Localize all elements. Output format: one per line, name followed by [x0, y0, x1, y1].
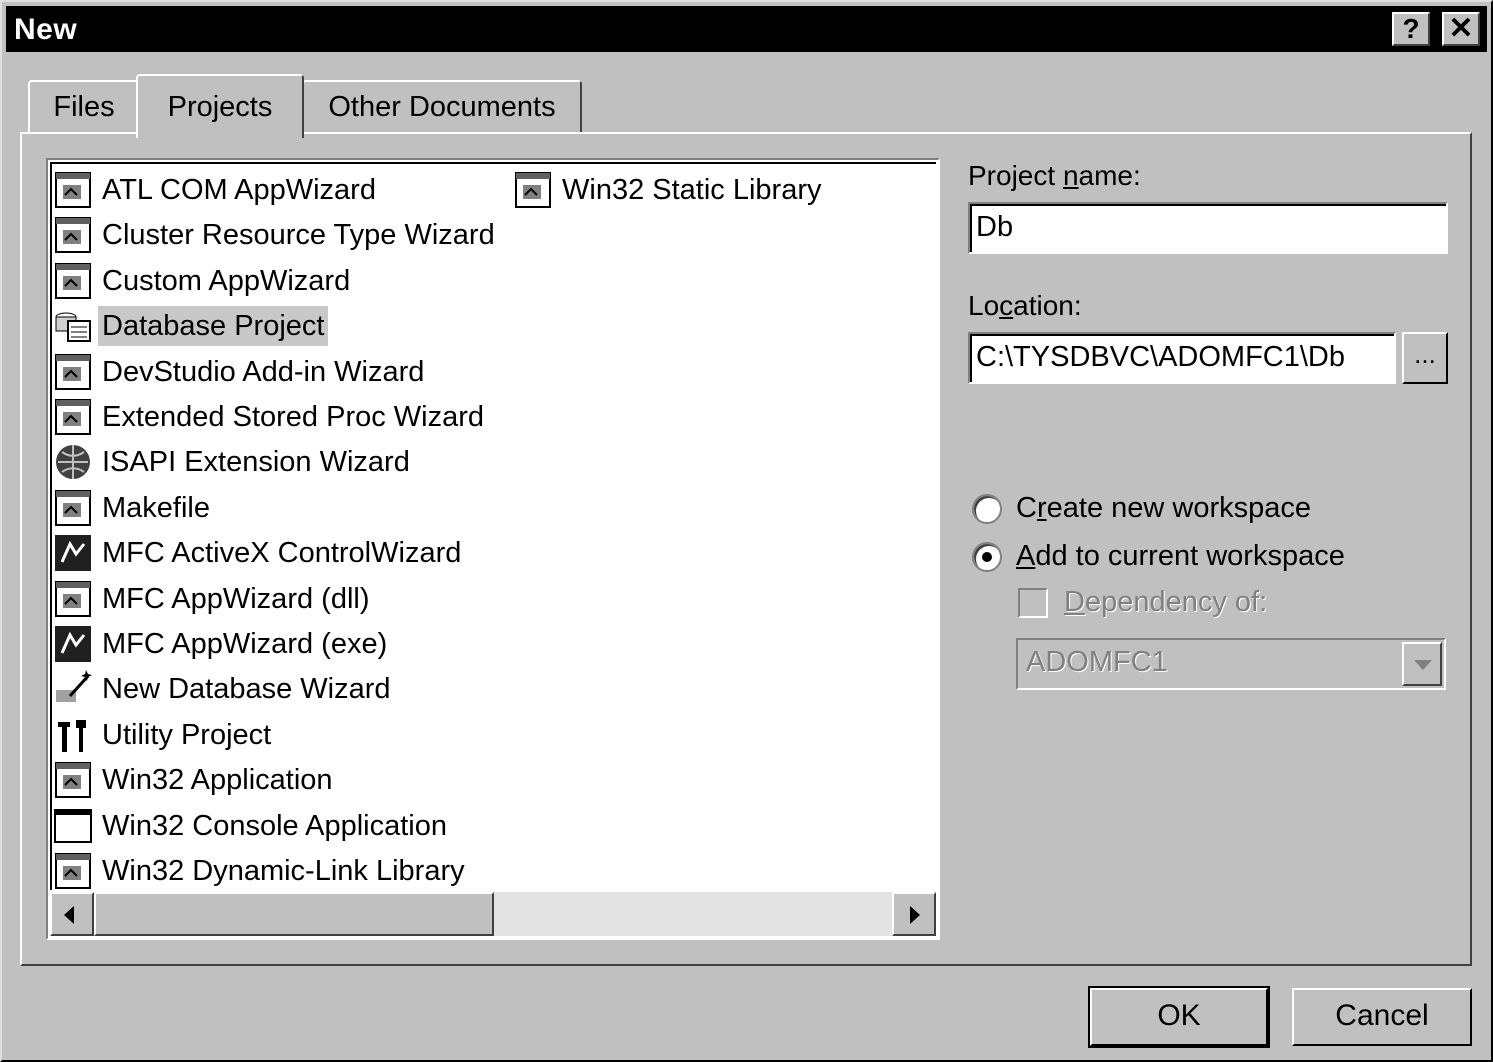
- list-item[interactable]: Win32 Static Library: [512, 168, 826, 212]
- project-type-list[interactable]: ATL COM AppWizard Cluster Resource Type W…: [46, 158, 940, 940]
- console-window-icon: [52, 805, 94, 847]
- database-project-icon: [52, 305, 94, 347]
- list-item[interactable]: Utility Project: [52, 713, 275, 757]
- list-item-label: Makefile: [102, 491, 210, 524]
- activex-icon: [52, 532, 94, 574]
- dialog-title: New: [14, 13, 78, 46]
- combo-dropdown-button[interactable]: [1402, 642, 1442, 686]
- list-item[interactable]: ISAPI Extension Wizard: [52, 440, 414, 484]
- create-new-workspace-radio[interactable]: [972, 494, 1002, 524]
- list-item[interactable]: Cluster Resource Type Wizard: [52, 213, 499, 257]
- project-type-items: ATL COM AppWizard Cluster Resource Type W…: [50, 162, 936, 890]
- list-item-label: Win32 Dynamic-Link Library: [102, 855, 465, 887]
- radio-selected-dot: [982, 552, 992, 562]
- title-bar: New ? ✕: [6, 6, 1487, 52]
- list-item[interactable]: Custom AppWizard: [52, 259, 354, 303]
- list-item-label: ISAPI Extension Wizard: [102, 446, 410, 479]
- stored-proc-icon: [52, 396, 94, 438]
- list-item-label: Win32 Application: [102, 764, 333, 797]
- new-dialog: New ? ✕ Files Projects Other Documents A…: [0, 0, 1493, 1062]
- mfc-exe-icon: [52, 623, 94, 665]
- static-library-icon: [512, 169, 554, 211]
- scroll-right-button[interactable]: [892, 892, 936, 936]
- dll-icon: [52, 850, 94, 890]
- list-item[interactable]: DevStudio Add-in Wizard: [52, 350, 428, 394]
- close-icon: ✕: [1448, 12, 1474, 45]
- list-item[interactable]: Extended Stored Proc Wizard: [52, 395, 488, 439]
- custom-appwizard-icon: [52, 260, 94, 302]
- new-database-wand-icon: [52, 668, 94, 710]
- list-item-label: New Database Wizard: [102, 673, 391, 706]
- list-item-label: Database Project: [98, 306, 329, 347]
- list-item-label: Win32 Static Library: [562, 174, 822, 206]
- dependency-value: ADOMFC1: [1026, 646, 1168, 678]
- list-item[interactable]: Win32 Application: [52, 758, 337, 802]
- list-item-label: Extended Stored Proc Wizard: [102, 401, 485, 433]
- isapi-globe-icon: [52, 441, 94, 483]
- mfc-dll-icon: [52, 578, 94, 620]
- dependency-combobox[interactable]: ADOMFC1: [1016, 638, 1446, 690]
- list-item-label: Cluster Resource Type Wizard: [102, 219, 495, 252]
- list-item[interactable]: MFC ActiveX ControlWizard: [52, 531, 465, 575]
- list-item[interactable]: New Database Wizard: [52, 667, 395, 711]
- list-item-label: Custom AppWizard: [102, 264, 351, 297]
- list-item[interactable]: MFC AppWizard (exe): [52, 622, 391, 666]
- scroll-left-button[interactable]: [50, 892, 94, 936]
- tab-projects[interactable]: Projects: [136, 74, 304, 138]
- chevron-down-icon: [1414, 660, 1432, 670]
- help-button[interactable]: ?: [1392, 12, 1430, 46]
- list-item-label: MFC ActiveX ControlWizard: [102, 537, 462, 570]
- horizontal-scrollbar[interactable]: [50, 892, 936, 936]
- list-item-label: DevStudio Add-in Wizard: [102, 355, 425, 388]
- project-name-field[interactable]: Db: [968, 202, 1448, 254]
- create-new-workspace-label[interactable]: Create new workspace: [1016, 492, 1311, 525]
- atl-com-icon: [52, 169, 94, 211]
- list-item[interactable]: Makefile: [52, 486, 214, 530]
- tab-files[interactable]: Files: [28, 80, 140, 134]
- cancel-button[interactable]: Cancel: [1292, 988, 1472, 1046]
- cluster-wizard-icon: [52, 214, 94, 256]
- add-to-current-workspace-label[interactable]: Add to current workspace: [1016, 540, 1345, 573]
- makefile-icon: [52, 487, 94, 529]
- dependency-label: Dependency of:: [1064, 586, 1268, 618]
- list-item[interactable]: ATL COM AppWizard: [52, 168, 380, 212]
- list-item-label: Win32 Console Application: [102, 809, 447, 842]
- list-item-label: MFC AppWizard (exe): [102, 628, 388, 660]
- tab-other-documents[interactable]: Other Documents: [302, 80, 582, 134]
- location-value[interactable]: C:\TYSDBVC\ADOMFC1\Db: [970, 334, 1394, 382]
- browse-label: ...: [1414, 339, 1436, 369]
- help-icon: ?: [1402, 13, 1420, 44]
- project-name-value[interactable]: Db: [970, 204, 1446, 252]
- list-item[interactable]: Database Project: [52, 304, 329, 348]
- add-to-current-workspace-radio[interactable]: [972, 542, 1002, 572]
- list-item-label: ATL COM AppWizard: [102, 174, 376, 206]
- arrow-left-icon: [64, 906, 74, 924]
- location-field[interactable]: C:\TYSDBVC\ADOMFC1\Db: [968, 332, 1396, 384]
- scroll-thumb[interactable]: [94, 892, 494, 936]
- project-name-label: Project name:: [968, 160, 1141, 191]
- dependency-checkbox[interactable]: [1018, 588, 1048, 618]
- list-item[interactable]: Win32 Console Application: [52, 804, 451, 848]
- list-item-label: Utility Project: [102, 718, 272, 751]
- location-label: Location:: [968, 290, 1082, 321]
- list-item[interactable]: Win32 Dynamic-Link Library: [52, 849, 469, 890]
- list-item[interactable]: MFC AppWizard (dll): [52, 577, 374, 621]
- list-item-label: MFC AppWizard (dll): [102, 582, 370, 615]
- browse-button[interactable]: ...: [1402, 332, 1448, 384]
- utility-tools-icon: [52, 714, 94, 756]
- arrow-right-icon: [910, 906, 920, 924]
- close-button[interactable]: ✕: [1442, 12, 1480, 46]
- ok-button[interactable]: OK: [1088, 986, 1270, 1048]
- devstudio-addin-icon: [52, 351, 94, 393]
- win32-app-icon: [52, 759, 94, 801]
